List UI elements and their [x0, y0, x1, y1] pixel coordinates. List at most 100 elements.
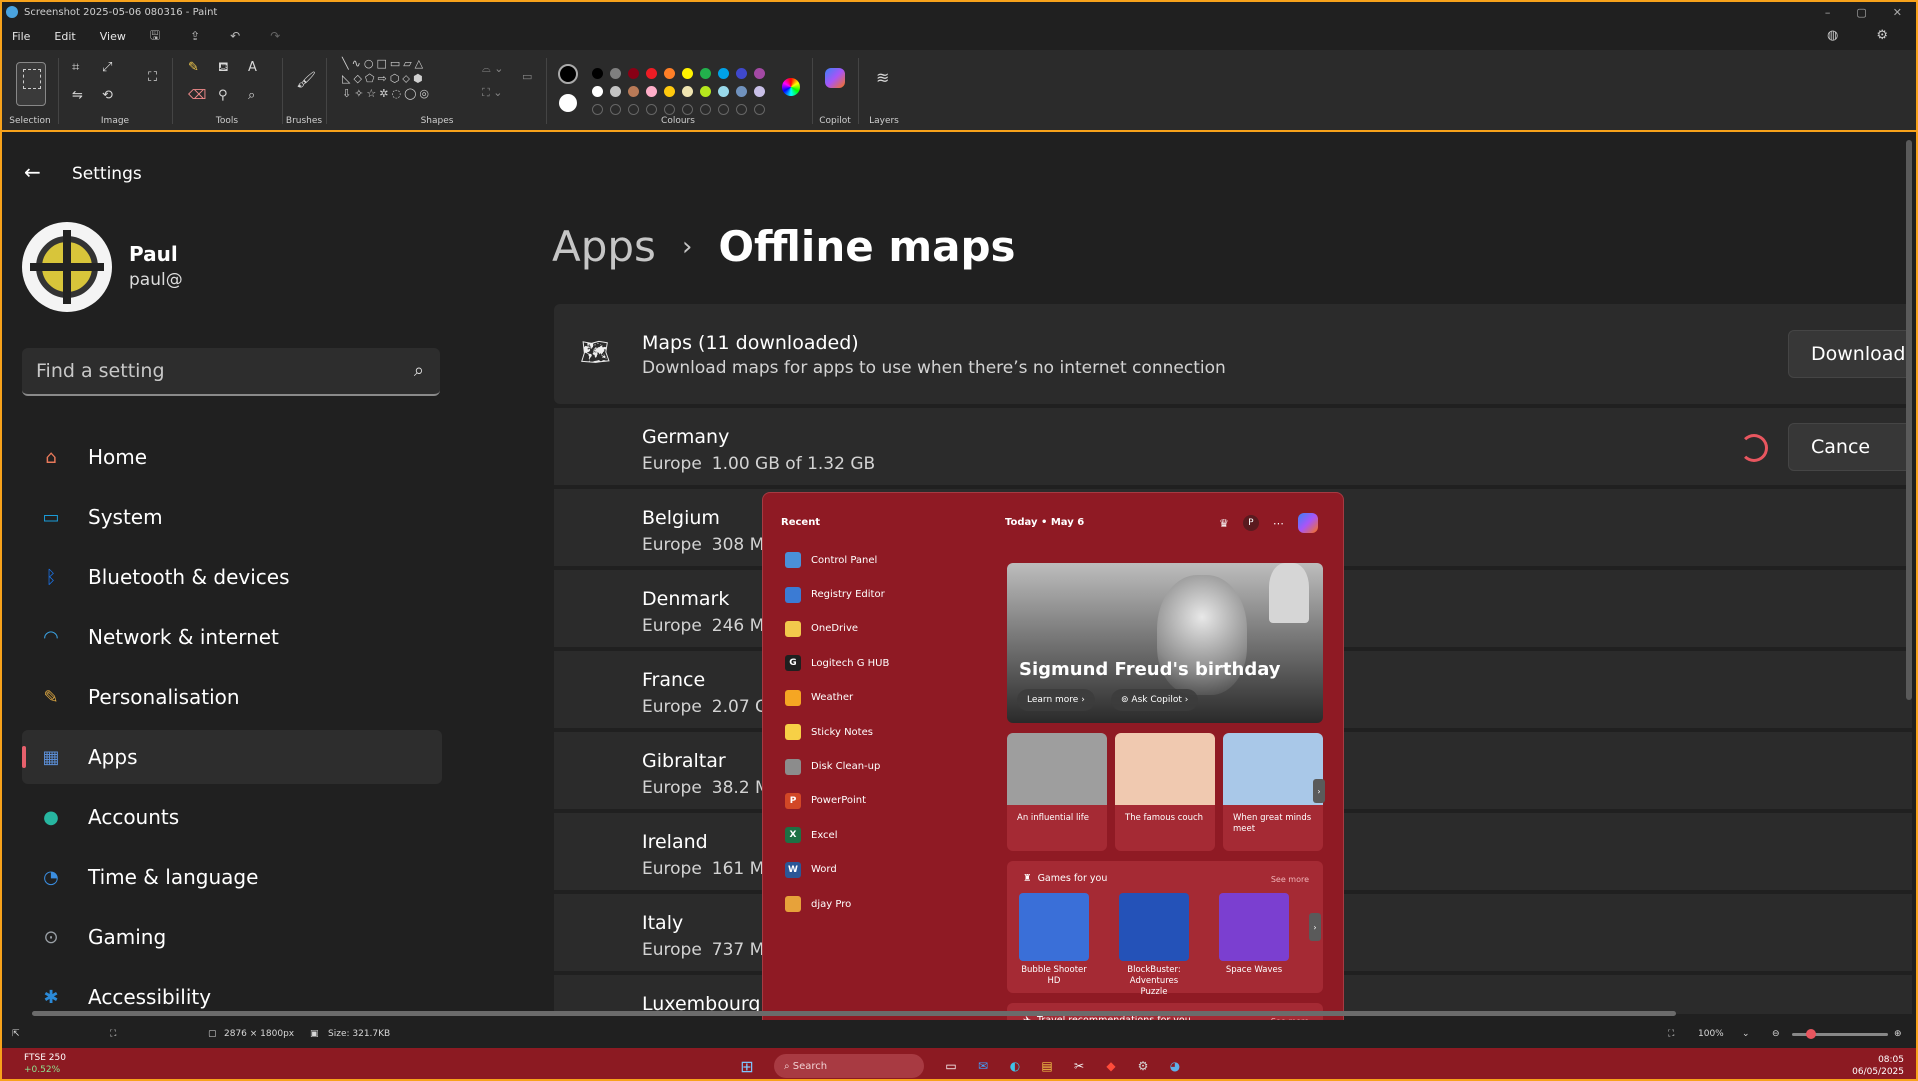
menu-file[interactable]: File — [12, 30, 30, 43]
custom-colour-slot[interactable] — [610, 104, 621, 115]
profile-badge[interactable]: P — [1242, 515, 1259, 531]
palette-swatch[interactable] — [754, 68, 765, 79]
maximize-icon[interactable]: ▢ — [1856, 6, 1866, 19]
magnifier-icon[interactable]: ⌕ — [248, 88, 255, 103]
back-arrow-icon[interactable]: ← — [24, 160, 41, 184]
anydesk-icon[interactable]: ◆ — [1100, 1055, 1122, 1077]
palette-swatch[interactable] — [718, 68, 729, 79]
search-input[interactable] — [36, 348, 396, 394]
settings-scrollbar[interactable] — [1906, 140, 1912, 700]
custom-colour-slot[interactable] — [646, 104, 657, 115]
map-row[interactable]: Germany Europe 1.00 GB of 1.32 GB Cance — [554, 406, 1912, 485]
text-icon[interactable]: A — [248, 60, 257, 75]
zoom-slider[interactable] — [1792, 1029, 1888, 1039]
recent-item[interactable]: W Word — [785, 853, 985, 887]
games-see-more-link[interactable]: See more — [1271, 875, 1309, 884]
custom-colour-slot[interactable] — [628, 104, 639, 115]
chevron-down-icon[interactable]: ⌄ — [1742, 1029, 1750, 1039]
fill-icon[interactable]: ⛾ — [218, 60, 229, 77]
game-item[interactable]: Space Waves — [1219, 893, 1289, 976]
zoom-level[interactable]: 100% — [1698, 1029, 1724, 1039]
recent-item[interactable]: Disk Clean-up — [785, 749, 985, 783]
brush-tool-icon[interactable]: 🖌 — [296, 70, 316, 89]
resize-icon[interactable]: ⤢ — [102, 60, 112, 75]
image-select-icon[interactable]: ⛶ — [148, 70, 157, 85]
outlook-icon[interactable]: ✉ — [972, 1055, 994, 1077]
paint-taskbar-icon[interactable]: ◕ — [1164, 1055, 1186, 1077]
share-icon[interactable]: ⇪ — [190, 29, 200, 43]
settings-gear-icon[interactable]: ⚙ — [1876, 28, 1888, 43]
rewards-icon[interactable]: ♛ — [1219, 517, 1229, 530]
save-icon[interactable]: 🖫 — [150, 26, 160, 47]
chevron-right-icon[interactable]: › — [1313, 779, 1325, 803]
redo-icon[interactable]: ↷ — [270, 29, 280, 43]
shape-outline-icon[interactable]: ⌓ ⌄ — [482, 62, 503, 76]
copilot-icon[interactable] — [825, 68, 845, 88]
palette-swatch[interactable] — [592, 86, 603, 97]
selection-tool[interactable] — [16, 62, 46, 106]
recent-item[interactable]: P PowerPoint — [785, 784, 985, 818]
palette-swatch[interactable] — [610, 68, 621, 79]
game-item[interactable]: Bubble Shooter HD — [1019, 893, 1089, 987]
fit-to-window-icon[interactable]: ⛶ — [1668, 1029, 1674, 1039]
palette-swatch[interactable] — [736, 68, 747, 79]
custom-colour-slot[interactable] — [664, 104, 675, 115]
menu-view[interactable]: View — [100, 30, 126, 43]
recent-item[interactable]: X Excel — [785, 818, 985, 852]
story-tile[interactable]: An influential life — [1007, 733, 1107, 851]
palette-swatch[interactable] — [700, 86, 711, 97]
start-windows-icon[interactable]: ⊞ — [736, 1055, 758, 1077]
stock-widget[interactable]: FTSE 250 +0.52% — [24, 1052, 66, 1076]
palette-swatch[interactable] — [592, 68, 603, 79]
hero-card[interactable]: Sigmund Freud's birthday Learn more › ⊚ … — [1007, 563, 1323, 723]
community-icon[interactable]: ◍ — [1827, 28, 1838, 43]
secondary-colour[interactable] — [559, 94, 577, 112]
crop-icon[interactable]: ⌗ — [72, 60, 79, 75]
search-icon[interactable]: ⌕ — [414, 360, 424, 381]
zoom-out-icon[interactable]: ⊖ — [1772, 1029, 1780, 1039]
layers-icon[interactable]: ≋ — [876, 68, 889, 87]
clock[interactable]: 08:05 06/05/2025 — [1852, 1054, 1904, 1078]
sidebar-item-accounts[interactable]: ● Accounts — [22, 790, 442, 844]
file-explorer-icon[interactable]: ▤ — [1036, 1055, 1058, 1077]
shape-size-icon[interactable]: ▭ — [522, 70, 532, 83]
palette-swatch[interactable] — [754, 86, 765, 97]
palette-swatch[interactable] — [646, 68, 657, 79]
avatar[interactable] — [22, 222, 112, 312]
eraser-icon[interactable]: ⌫ — [188, 88, 206, 103]
undo-icon[interactable]: ↶ — [230, 29, 240, 43]
sidebar-item-bluetooth-devices[interactable]: ᛒ Bluetooth & devices — [22, 550, 442, 604]
download-maps-button[interactable]: Download — [1788, 330, 1912, 378]
sidebar-item-home[interactable]: ⌂ Home — [22, 430, 442, 484]
edge-icon[interactable]: ◐ — [1004, 1055, 1026, 1077]
sidebar-item-gaming[interactable]: ⊙ Gaming — [22, 910, 442, 964]
rotate-icon[interactable]: ⟲ — [102, 88, 113, 103]
task-view-icon[interactable]: ▭ — [940, 1055, 962, 1077]
color-picker-icon[interactable]: ⚲ — [218, 88, 228, 103]
custom-colour-slot[interactable] — [682, 104, 693, 115]
palette-swatch[interactable] — [628, 86, 639, 97]
primary-colour[interactable] — [558, 64, 578, 84]
shapes-gallery[interactable]: ╲∿○□▭▱△ ◺◇⬠⇨⬡⬦⬢ ⇩✧☆✲◌◯◎ — [342, 56, 472, 101]
sidebar-item-system[interactable]: ▭ System — [22, 490, 442, 544]
custom-colour-slot[interactable] — [754, 104, 765, 115]
ask-copilot-button[interactable]: ⊚ Ask Copilot › — [1111, 689, 1199, 711]
custom-colour-slot[interactable] — [736, 104, 747, 115]
palette-swatch[interactable] — [628, 68, 639, 79]
story-tile[interactable]: When great minds meet — [1223, 733, 1323, 851]
recent-item[interactable]: djay Pro — [785, 887, 985, 921]
sidebar-item-apps[interactable]: ▦ Apps — [22, 730, 442, 784]
palette-swatch[interactable] — [664, 68, 675, 79]
recent-item[interactable]: Control Panel — [785, 543, 985, 577]
more-options-icon[interactable]: ⋯ — [1273, 517, 1284, 530]
palette-swatch[interactable] — [646, 86, 657, 97]
zoom-in-icon[interactable]: ⊕ — [1894, 1029, 1902, 1039]
recent-item[interactable]: OneDrive — [785, 612, 985, 646]
sidebar-item-personalisation[interactable]: ✎ Personalisation — [22, 670, 442, 724]
breadcrumb-parent[interactable]: Apps — [552, 222, 656, 271]
custom-colour-slot[interactable] — [718, 104, 729, 115]
custom-colour-slot[interactable] — [592, 104, 603, 115]
palette-swatch[interactable] — [664, 86, 675, 97]
palette-swatch[interactable] — [736, 86, 747, 97]
recent-item[interactable]: G Logitech G HUB — [785, 646, 985, 680]
